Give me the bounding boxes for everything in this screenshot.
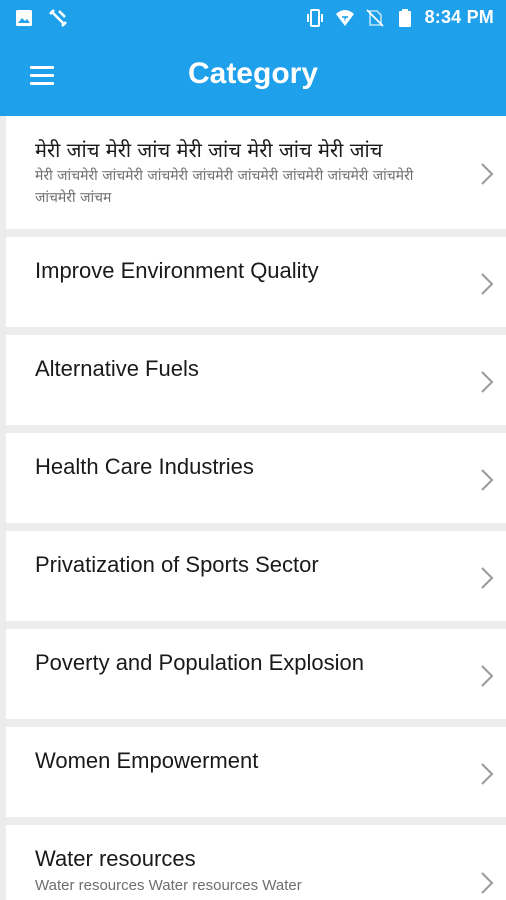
page-title: Category <box>187 57 319 90</box>
chevron-right-icon <box>481 273 494 295</box>
item-title: मेरी जांच मेरी जांच मेरी जांच मेरी जांच … <box>35 138 383 162</box>
vibrate-icon <box>306 8 323 27</box>
chevron-right-icon <box>481 763 494 785</box>
status-bar: 8:34 PM <box>0 0 506 37</box>
app-bar: Category <box>0 37 506 116</box>
category-list: मेरी जांच मेरी जांच मेरी जांच मेरी जांच … <box>0 116 506 900</box>
battery-icon <box>398 8 411 27</box>
list-item[interactable]: मेरी जांच मेरी जांच मेरी जांच मेरी जांच … <box>6 116 506 229</box>
item-subtitle: मेरी जांचमेरी जांचमेरी जांचमेरी जांचमेरी… <box>35 168 414 206</box>
list-item[interactable]: Improve Environment Quality <box>6 237 506 327</box>
no-sim-icon <box>365 8 384 27</box>
list-item[interactable]: Poverty and Population Explosion <box>6 629 506 719</box>
item-title: Women Empowerment <box>35 748 259 773</box>
chevron-right-icon <box>481 665 494 687</box>
wifi-icon <box>335 9 354 26</box>
item-title: Alternative Fuels <box>35 356 199 381</box>
fitness-icon <box>49 9 67 27</box>
list-item[interactable]: Health Care Industries <box>6 433 506 523</box>
list-item[interactable]: Privatization of Sports Sector <box>6 531 506 621</box>
item-title: Water resources <box>35 846 196 871</box>
status-time: 8:34 PM <box>424 7 494 27</box>
image-icon <box>16 10 32 26</box>
chevron-right-icon <box>481 371 494 393</box>
status-left-icons <box>14 8 68 28</box>
chevron-right-icon <box>481 872 494 894</box>
item-title: Poverty and Population Explosion <box>35 650 364 675</box>
list-item[interactable]: Women Empowerment <box>6 727 506 817</box>
chevron-right-icon <box>481 567 494 589</box>
item-subtitle: Water resources Water resources Water <box>35 876 302 894</box>
item-title: Improve Environment Quality <box>35 258 319 283</box>
chevron-right-icon <box>481 163 494 185</box>
list-item[interactable]: Alternative Fuels <box>6 335 506 425</box>
list-item[interactable]: Water resources Water resources Water re… <box>6 825 506 900</box>
item-title: Privatization of Sports Sector <box>35 552 319 577</box>
chevron-right-icon <box>481 469 494 491</box>
status-right-icons: 8:34 PM <box>305 7 494 28</box>
item-title: Health Care Industries <box>35 454 254 479</box>
